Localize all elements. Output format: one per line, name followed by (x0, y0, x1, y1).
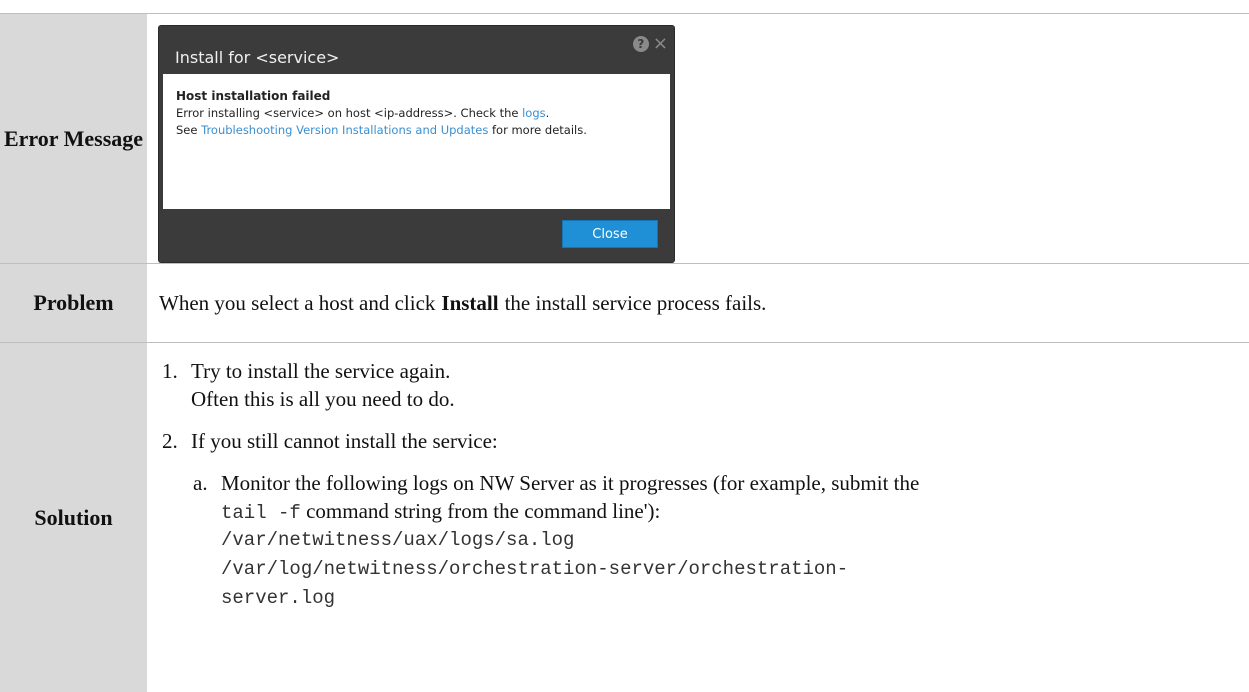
error-message-content: Install for <service> ? × Host installat… (147, 14, 1249, 263)
step-1-line-2: Often this is all you need to do. (191, 387, 455, 411)
troubleshooting-table: Error Message Install for <service> ? × … (0, 0, 1249, 692)
troubleshooting-link[interactable]: Troubleshooting Version Installations an… (201, 123, 488, 137)
solution-content: 1. Try to install the service again. Oft… (147, 343, 1249, 692)
dialog-body: Host installation failed Error installin… (163, 74, 670, 209)
solution-row: Solution 1. Try to install the service a… (0, 343, 1249, 692)
problem-text-bold: Install (441, 290, 499, 315)
step-1-number: 1. (162, 359, 178, 383)
problem-description: When you select a host and click Install… (159, 264, 766, 342)
error-text-end: . (545, 106, 550, 120)
error-text: Error installing <service> on host <ip-a… (176, 106, 523, 120)
see-text-end: for more details. (488, 123, 587, 137)
problem-content: When you select a host and click Install… (147, 264, 1249, 342)
help-icon[interactable]: ? (632, 36, 649, 52)
step-a-line-2-text: command string from the command line'): (300, 499, 661, 523)
install-dialog: Install for <service> ? × Host installat… (159, 26, 674, 262)
log-path-2: /var/log/netwitness/orchestration-server… (221, 558, 849, 580)
problem-text-pre: When you select a host and click (159, 290, 436, 315)
step-a-letter: a. (193, 471, 208, 495)
dialog-error-line: Error installing <service> on host <ip-a… (176, 105, 660, 122)
problem-label: Problem (0, 264, 147, 342)
tail-command: tail -f (221, 502, 301, 524)
step-1-line-1: Try to install the service again. (191, 359, 451, 383)
solution-label: Solution (0, 343, 147, 692)
error-message-row: Error Message Install for <service> ? × … (0, 14, 1249, 263)
step-2-number: 2. (162, 429, 178, 453)
step-a-line-1: Monitor the following logs on NW Server … (221, 471, 920, 495)
close-button[interactable]: Close (562, 220, 658, 248)
step-2-text: If you still cannot install the service: (191, 429, 498, 453)
dialog-heading: Host installation failed (176, 89, 331, 103)
see-text: See (176, 123, 202, 137)
log-path-1: /var/netwitness/uax/logs/sa.log (221, 529, 575, 551)
problem-text-post: the install service process fails. (504, 290, 767, 315)
error-message-label: Error Message (0, 14, 147, 263)
dialog-title: Install for <service> (175, 48, 340, 67)
dialog-title-icons: ? × (632, 35, 668, 53)
close-icon[interactable]: × (653, 35, 668, 53)
step-a-line-2: tail -f command string from the command … (221, 497, 660, 527)
logs-link[interactable]: logs (522, 106, 546, 120)
problem-row: Problem When you select a host and click… (0, 264, 1249, 342)
dialog-see-line: See Troubleshooting Version Installation… (176, 122, 660, 139)
log-path-3: server.log (221, 587, 336, 609)
